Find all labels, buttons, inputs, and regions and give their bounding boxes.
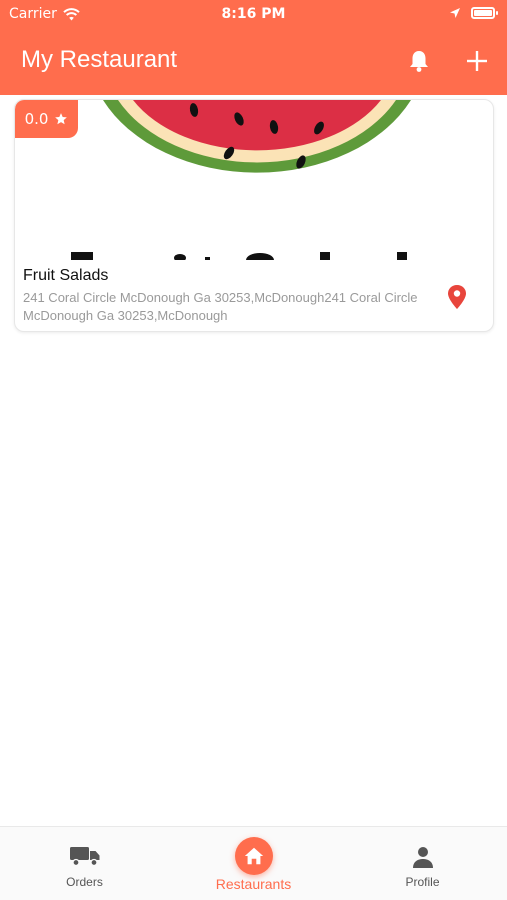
tab-profile[interactable]: Profile [338, 827, 507, 900]
nav-bar: My Restaurant [0, 36, 507, 86]
top-app-bar: Carrier 8:16 PM My Restaurant [0, 0, 507, 95]
status-right [449, 7, 498, 19]
location-pin-icon[interactable] [446, 284, 468, 310]
clock: 8:16 PM [221, 6, 286, 22]
location-arrow-icon [450, 8, 460, 18]
tab-orders[interactable]: Orders [0, 827, 169, 900]
restaurant-image [71, 100, 411, 260]
plus-icon[interactable] [464, 48, 490, 74]
home-icon [244, 847, 264, 865]
rating-value: 0.0 [24, 110, 49, 128]
tab-restaurants-label: Restaurants [215, 876, 292, 892]
bell-icon[interactable] [406, 48, 432, 74]
restaurant-card[interactable]: 0.0 Fruit Salads 241 Coral Circle McDono… [14, 99, 494, 332]
tab-restaurants-active-indicator [235, 837, 273, 875]
restaurant-name: Fruit Salads [23, 267, 109, 284]
rating-badge: 0.0 [15, 100, 78, 138]
star-icon [55, 113, 68, 125]
person-icon [413, 847, 433, 868]
tab-profile-label: Profile [405, 875, 440, 889]
battery-icon [471, 7, 498, 19]
status-bar: Carrier 8:16 PM [0, 0, 507, 30]
tab-bar: Orders Restaurants Profile [0, 826, 507, 900]
tab-restaurants[interactable]: Restaurants [169, 827, 338, 900]
page-title: My Restaurant [21, 46, 178, 73]
restaurant-address: 241 Coral Circle McDonough Ga 30253,McDo… [23, 290, 418, 323]
tab-orders-label: Orders [66, 875, 103, 889]
truck-icon [70, 847, 100, 867]
